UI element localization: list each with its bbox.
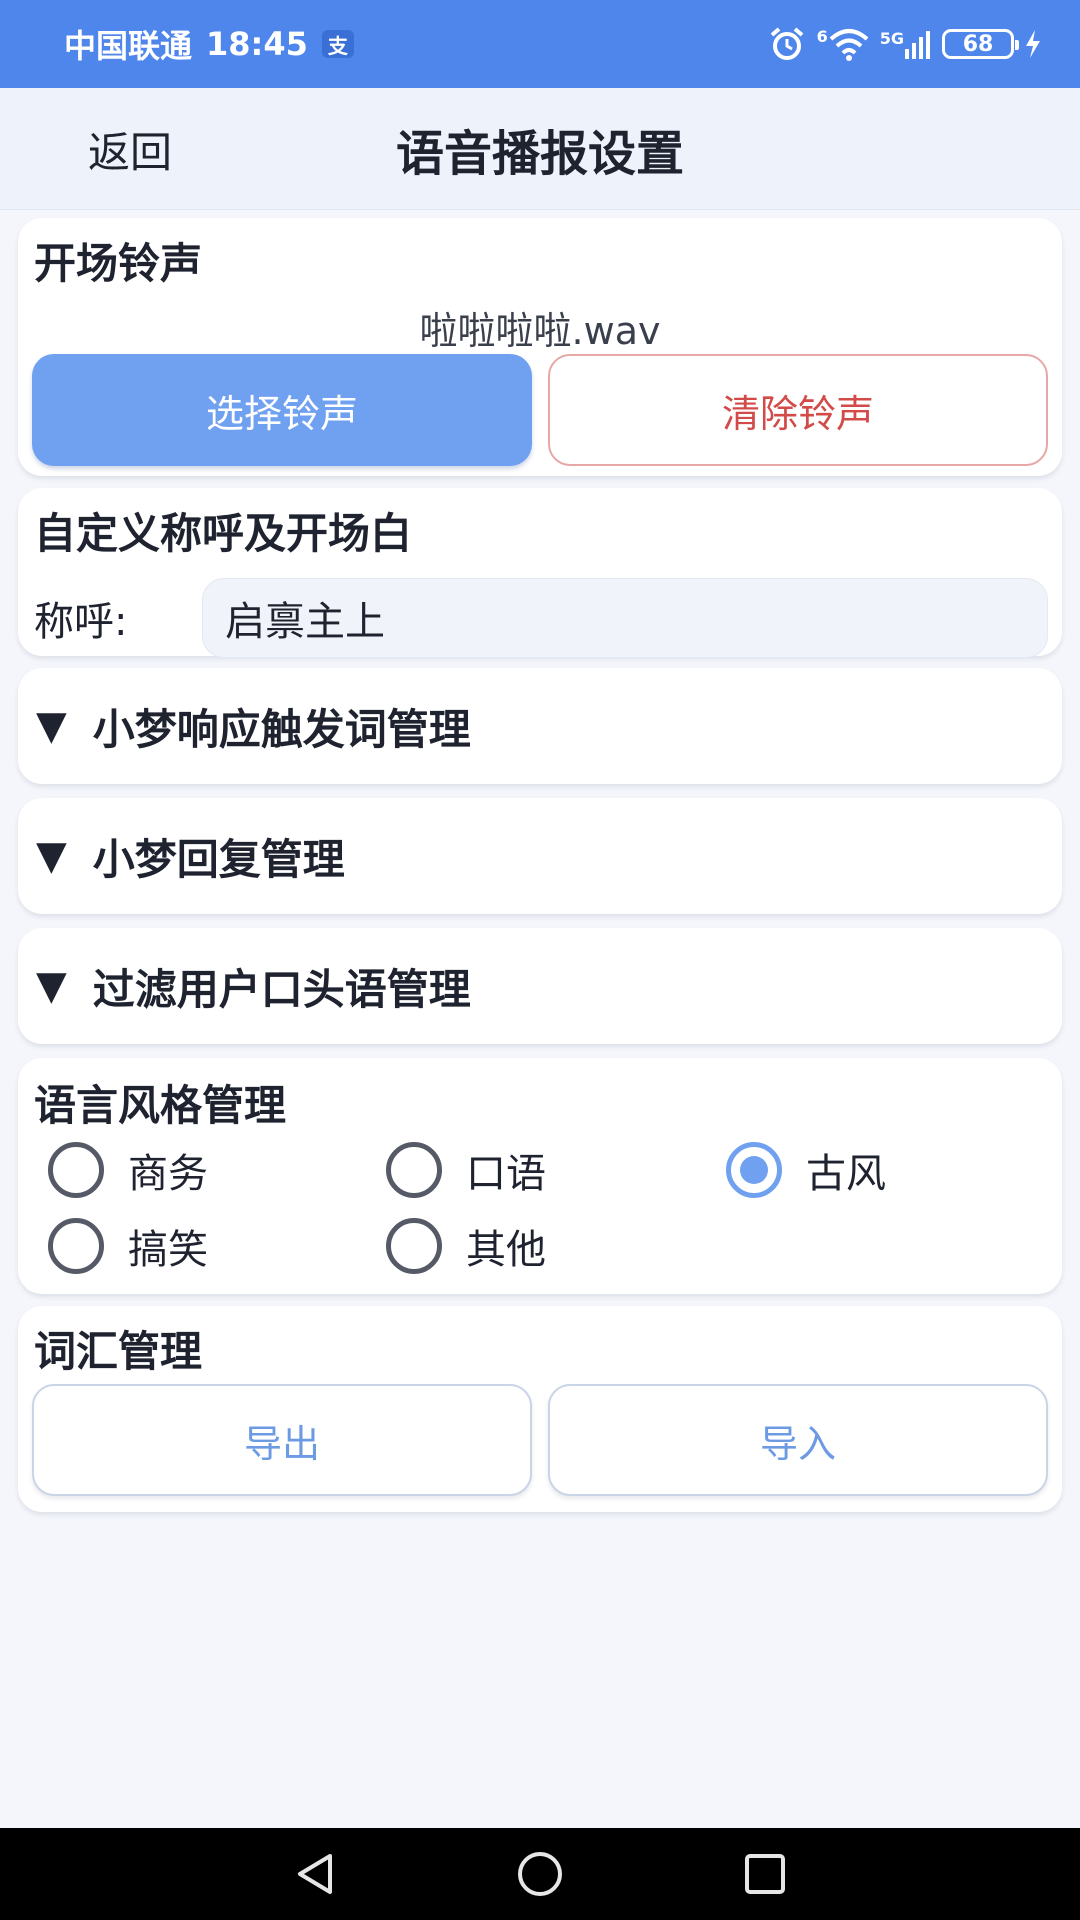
greeting-card: 自定义称呼及开场白 称呼:: [18, 488, 1062, 658]
nav-back-button[interactable]: [255, 1828, 375, 1920]
alipay-icon: 支: [321, 30, 354, 58]
vocab-title: 词汇管理: [34, 1327, 203, 1376]
triggers-collapse-label: 小梦响应触发词管理: [92, 704, 471, 754]
status-right: 6 5G 68: [767, 26, 1042, 62]
style-option-label: 搞笑: [128, 1227, 208, 1273]
filter-collapse-card[interactable]: ▼ 过滤用户口头语管理: [18, 928, 1062, 1044]
ringtone-card: 开场铃声 啦啦啦啦.wav 选择铃声 清除铃声: [18, 218, 1062, 476]
style-option-business[interactable]: 商务: [48, 1138, 208, 1202]
style-option-other[interactable]: 其他: [386, 1214, 546, 1278]
clear-ringtone-button[interactable]: 清除铃声: [548, 354, 1048, 466]
style-card: 语言风格管理 商务 口语 古风 搞笑 其他: [18, 1058, 1062, 1294]
network-type: 5G: [879, 29, 904, 48]
style-option-funny[interactable]: 搞笑: [48, 1214, 208, 1278]
nav-recents-button[interactable]: [705, 1828, 825, 1920]
wifi-label: 6: [816, 27, 828, 46]
battery-level: 68: [962, 31, 994, 57]
radio-button[interactable]: [48, 1218, 104, 1274]
expand-triangle-icon: ▼: [36, 963, 67, 1009]
status-time: 18:45: [206, 25, 308, 63]
style-option-label: 口语: [466, 1151, 546, 1197]
vocab-card: 词汇管理 导出 导入: [18, 1306, 1062, 1512]
radio-button[interactable]: [386, 1218, 442, 1274]
back-button[interactable]: 返回: [88, 88, 172, 210]
wifi-icon: 6: [817, 27, 870, 61]
replies-collapse-label: 小梦回复管理: [92, 834, 345, 884]
nickname-input[interactable]: [202, 578, 1048, 658]
filter-collapse-label: 过滤用户口头语管理: [92, 964, 471, 1014]
select-ringtone-button[interactable]: 选择铃声: [32, 354, 532, 466]
battery-icon: 68: [942, 29, 1019, 59]
expand-triangle-icon: ▼: [36, 703, 67, 749]
replies-collapse-header[interactable]: ▼ 小梦回复管理: [36, 798, 345, 914]
style-option-label: 古风: [806, 1151, 886, 1197]
ringtone-title: 开场铃声: [34, 239, 203, 288]
triggers-collapse-header[interactable]: ▼ 小梦响应触发词管理: [36, 668, 471, 784]
style-option-label: 其他: [466, 1227, 546, 1273]
back-triangle-icon: [298, 1854, 332, 1894]
ringtone-file-name: 啦啦啦啦.wav: [419, 309, 661, 353]
style-option-ancient[interactable]: 古风: [726, 1138, 886, 1202]
expand-triangle-icon: ▼: [36, 833, 67, 879]
nav-home-button[interactable]: [480, 1828, 600, 1920]
radio-button-checked[interactable]: [726, 1142, 782, 1198]
filter-collapse-header[interactable]: ▼ 过滤用户口头语管理: [36, 928, 471, 1044]
status-bar: 中国联通 18:45 支 6 5G 68: [0, 0, 1080, 88]
style-option-label: 商务: [128, 1151, 208, 1197]
radio-dot: [740, 1156, 768, 1184]
recents-square-icon: [745, 1854, 785, 1894]
radio-button[interactable]: [386, 1142, 442, 1198]
navigation-bar: [0, 1828, 1080, 1920]
radio-button[interactable]: [48, 1142, 104, 1198]
charging-icon: [1024, 29, 1042, 59]
nickname-label: 称呼:: [34, 599, 128, 645]
cellular-signal-icon: 5G: [880, 29, 932, 59]
home-circle-icon: [518, 1852, 562, 1896]
style-option-colloquial[interactable]: 口语: [386, 1138, 546, 1202]
greeting-title: 自定义称呼及开场白: [34, 509, 413, 558]
style-title: 语言风格管理: [34, 1081, 287, 1130]
status-left: 中国联通 18:45 支: [64, 21, 354, 67]
import-button[interactable]: 导入: [548, 1384, 1048, 1496]
alarm-icon: [767, 26, 807, 62]
title-bar: 返回 语音播报设置: [0, 88, 1080, 210]
triggers-collapse-card[interactable]: ▼ 小梦响应触发词管理: [18, 668, 1062, 784]
export-button[interactable]: 导出: [32, 1384, 532, 1496]
carrier-name: 中国联通: [64, 27, 193, 65]
replies-collapse-card[interactable]: ▼ 小梦回复管理: [18, 798, 1062, 914]
